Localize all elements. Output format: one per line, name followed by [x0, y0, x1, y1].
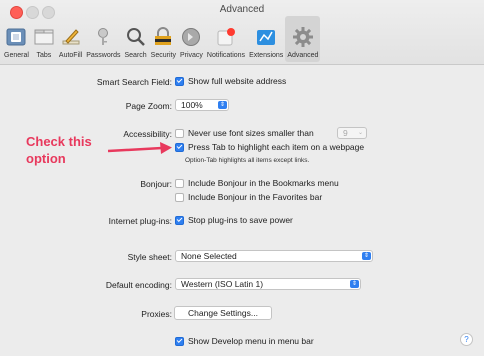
tab-privacy[interactable]: Privacy — [178, 16, 205, 62]
min-font-size-popup[interactable]: 9 ⌄ — [337, 127, 367, 139]
tab-security[interactable]: Security — [149, 16, 178, 62]
min-font-size-text: Never use font sizes smaller than — [188, 128, 314, 138]
callout-line2: option — [26, 151, 66, 166]
tab-tabs[interactable]: Tabs — [31, 16, 57, 62]
tab-autofill-label: AutoFill — [58, 52, 83, 59]
bonjour-label: Bonjour: — [140, 179, 172, 189]
bonjour-bookmarks-checkbox[interactable] — [175, 178, 184, 188]
show-full-address-text: Show full website address — [188, 76, 287, 86]
tab-notifications-label: Notifications — [206, 52, 246, 59]
style-sheet-label: Style sheet: — [127, 252, 172, 262]
page-zoom-value: 100% — [181, 100, 203, 110]
tab-passwords-label: Passwords — [86, 52, 121, 59]
notifications-icon — [215, 26, 237, 48]
accessibility-label: Accessibility: — [123, 129, 172, 139]
bonjour-favorites-text: Include Bonjour in the Favorites bar — [188, 192, 323, 202]
page-zoom-popup[interactable]: 100% ⇕ — [175, 99, 229, 111]
bonjour-favorites-option[interactable]: Include Bonjour in the Favorites bar — [175, 192, 322, 202]
press-tab-option[interactable]: Press Tab to highlight each item on a we… — [175, 142, 364, 152]
proxies-label: Proxies: — [141, 309, 172, 319]
develop-menu-checkbox[interactable] — [175, 336, 184, 346]
bonjour-favorites-checkbox[interactable] — [175, 192, 184, 202]
style-sheet-value: None Selected — [181, 251, 237, 261]
smart-search-label: Smart Search Field: — [96, 77, 172, 87]
tab-advanced[interactable]: Advanced — [285, 16, 321, 62]
press-tab-checkbox[interactable] — [175, 142, 184, 152]
tab-extensions[interactable]: Extensions — [247, 16, 285, 62]
stop-plugins-text: Stop plug-ins to save power — [188, 215, 293, 225]
option-tab-hint: Option-Tab highlights all items except l… — [185, 157, 310, 164]
min-font-size-checkbox[interactable] — [175, 128, 184, 138]
style-sheet-popup[interactable]: None Selected ⇕ — [175, 250, 373, 262]
develop-menu-text: Show Develop menu in menu bar — [188, 336, 314, 346]
chevron-updown-icon: ⇕ — [362, 252, 371, 260]
show-full-address-checkbox[interactable] — [175, 76, 184, 86]
tab-advanced-label: Advanced — [287, 52, 319, 59]
search-icon — [125, 26, 147, 48]
security-icon — [152, 26, 174, 48]
privacy-icon — [180, 26, 202, 48]
show-full-address-option[interactable]: Show full website address — [175, 76, 286, 86]
tab-general[interactable]: General — [2, 16, 31, 62]
tabs-icon — [33, 26, 55, 48]
safari-preferences-window: Advanced General Tabs AutoFill Passwords… — [0, 0, 484, 356]
general-icon — [5, 26, 27, 48]
key-icon — [92, 26, 114, 48]
stop-plugins-option[interactable]: Stop plug-ins to save power — [175, 215, 293, 225]
page-zoom-label: Page Zoom: — [125, 101, 172, 111]
min-font-size-option[interactable]: Never use font sizes smaller than — [175, 128, 314, 138]
encoding-value: Western (ISO Latin 1) — [181, 279, 264, 289]
tab-search[interactable]: Search — [122, 16, 148, 62]
chevron-down-icon: ⌄ — [357, 130, 364, 136]
stop-plugins-checkbox[interactable] — [175, 215, 184, 225]
tab-notifications[interactable]: Notifications — [205, 16, 247, 62]
tab-tabs-label: Tabs — [36, 52, 52, 59]
tab-autofill[interactable]: AutoFill — [57, 16, 84, 62]
min-font-size-value: 9 — [343, 128, 348, 138]
preferences-tabs: General Tabs AutoFill Passwords Search S… — [2, 16, 321, 62]
encoding-popup[interactable]: Western (ISO Latin 1) ⇕ — [175, 278, 361, 290]
encoding-label: Default encoding: — [105, 280, 172, 290]
tab-security-label: Security — [150, 52, 176, 59]
chevron-updown-icon: ⇕ — [350, 280, 359, 288]
bonjour-bookmarks-text: Include Bonjour in the Bookmarks menu — [188, 178, 339, 188]
window-title: Advanced — [219, 4, 265, 15]
advanced-pane: Smart Search Field: Show full website ad… — [0, 65, 484, 356]
pencil-icon — [60, 26, 82, 48]
plugins-label: Internet plug-ins: — [108, 216, 172, 226]
bonjour-bookmarks-option[interactable]: Include Bonjour in the Bookmarks menu — [175, 178, 339, 188]
callout-line1: Check this — [26, 134, 92, 149]
change-settings-button[interactable]: Change Settings... — [174, 306, 272, 320]
gear-icon — [292, 26, 314, 48]
press-tab-text: Press Tab to highlight each item on a we… — [188, 142, 365, 152]
callout-annotation: Check this option — [26, 133, 92, 167]
tab-general-label: General — [4, 52, 29, 59]
tab-privacy-label: Privacy — [179, 52, 203, 59]
callout-arrow-icon — [108, 142, 172, 154]
help-button[interactable]: ? — [460, 333, 473, 346]
toolbar: Advanced General Tabs AutoFill Passwords… — [0, 0, 484, 65]
puzzle-icon — [255, 26, 277, 48]
tab-extensions-label: Extensions — [249, 52, 284, 59]
tab-passwords[interactable]: Passwords — [84, 16, 122, 62]
tab-search-label: Search — [124, 52, 147, 59]
chevron-updown-icon: ⇕ — [218, 101, 227, 109]
develop-menu-option[interactable]: Show Develop menu in menu bar — [175, 336, 314, 346]
